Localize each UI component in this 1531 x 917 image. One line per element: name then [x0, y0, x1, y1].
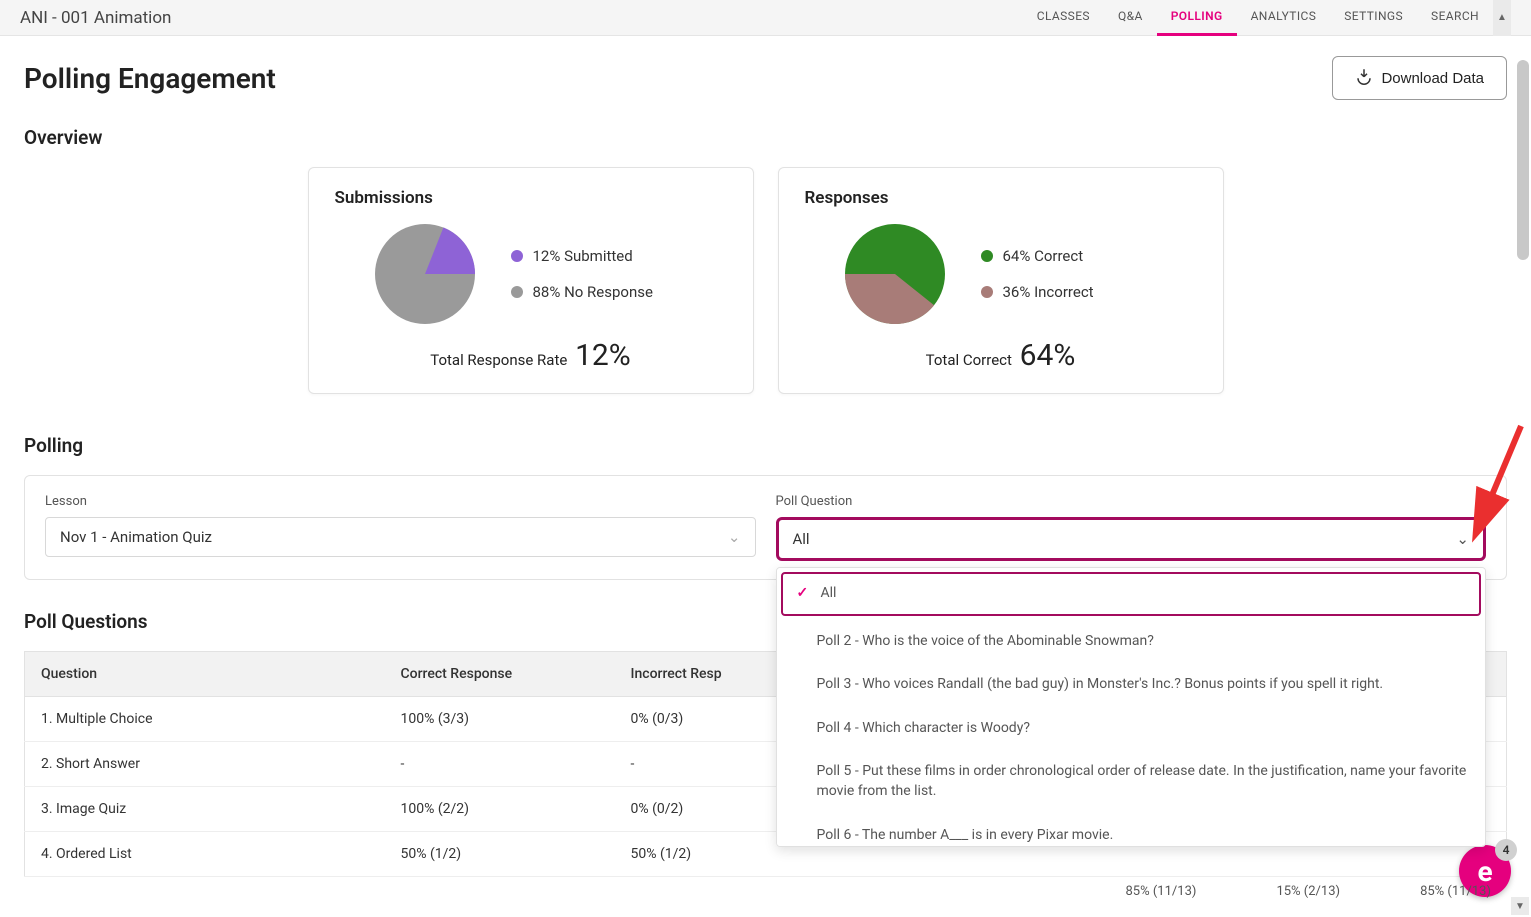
nav-tab-q&a[interactable]: Q&A [1104, 0, 1157, 36]
lesson-label: Lesson [45, 494, 756, 509]
peek-cell: 85% (11/13) [1420, 884, 1491, 899]
table-cell: - [385, 742, 615, 787]
submissions-card: Submissions 12% Submitted 88% No Respons… [308, 167, 754, 394]
table-cell: 100% (2/2) [385, 787, 615, 832]
responses-footer-label: Total Correct [926, 351, 1012, 369]
legend-no-response: 88% No Response [511, 283, 653, 301]
dropdown-item[interactable]: Poll 2 - Who is the voice of the Abomina… [777, 620, 1486, 664]
nav-tabs: CLASSESQ&APOLLINGANALYTICSSETTINGSSEARCH [1023, 0, 1493, 36]
submissions-footer-value: 12% [575, 338, 631, 373]
poll-question-dropdown: AllPoll 2 - Who is the voice of the Abom… [776, 567, 1487, 847]
dropdown-item[interactable]: Poll 5 - Put these films in order chrono… [777, 750, 1486, 813]
legend-submitted: 12% Submitted [511, 247, 653, 265]
table-header: Correct Response [385, 652, 615, 697]
overview-heading: Overview [24, 126, 1507, 149]
table-cell: 1. Multiple Choice [25, 697, 385, 742]
table-cell: 2. Short Answer [25, 742, 385, 787]
chevron-down-icon: ⌄ [728, 528, 741, 546]
top-bar: ANI - 001 Animation CLASSESQ&APOLLINGANA… [0, 0, 1531, 36]
table-header: Question [25, 652, 385, 697]
submissions-title: Submissions [335, 188, 727, 208]
vertical-scrollbar[interactable] [1517, 36, 1529, 897]
download-label: Download Data [1381, 70, 1484, 87]
lesson-select[interactable]: Nov 1 - Animation Quiz ⌄ [45, 517, 756, 557]
filter-box: Lesson Nov 1 - Animation Quiz ⌄ Poll Que… [24, 475, 1507, 580]
poll-question-label: Poll Question [776, 494, 1487, 509]
legend-correct: 64% Correct [981, 247, 1094, 265]
scroll-up-arrow[interactable]: ▲ [1493, 0, 1511, 36]
table-cell: 50% (1/2) [385, 832, 615, 877]
table-cell: 100% (3/3) [385, 697, 615, 742]
download-icon [1355, 67, 1373, 89]
responses-card: Responses 64% Correct 36% Incorrect Tota… [778, 167, 1224, 394]
polling-heading: Polling [24, 434, 1507, 457]
dropdown-item[interactable]: All [781, 572, 1482, 616]
responses-title: Responses [805, 188, 1197, 208]
nav-tab-classes[interactable]: CLASSES [1023, 0, 1104, 36]
submissions-footer-label: Total Response Rate [430, 351, 567, 369]
lesson-value: Nov 1 - Animation Quiz [60, 528, 212, 546]
table-cell: 3. Image Quiz [25, 787, 385, 832]
responses-pie [845, 224, 945, 324]
dropdown-item[interactable]: Poll 6 - The number A___ is in every Pix… [777, 814, 1486, 847]
poll-question-select[interactable]: All ⌄ [776, 517, 1487, 561]
dropdown-item[interactable]: Poll 4 - Which character is Woody? [777, 707, 1486, 751]
submissions-pie [375, 224, 475, 324]
nav-tab-polling[interactable]: POLLING [1157, 0, 1237, 36]
nav-tab-search[interactable]: SEARCH [1417, 0, 1493, 36]
responses-footer-value: 64% [1020, 338, 1076, 373]
peek-cell: 85% (11/13) [1126, 884, 1197, 899]
course-title: ANI - 001 Animation [20, 8, 171, 28]
table-cell: 4. Ordered List [25, 832, 385, 877]
dropdown-item[interactable]: Poll 3 - Who voices Randall (the bad guy… [777, 663, 1486, 707]
peek-cell: 15% (2/13) [1276, 884, 1340, 899]
nav-tab-analytics[interactable]: ANALYTICS [1237, 0, 1331, 36]
chevron-down-icon: ⌄ [1456, 530, 1469, 548]
page-title: Polling Engagement [24, 62, 276, 95]
nav-tab-settings[interactable]: SETTINGS [1330, 0, 1417, 36]
scroll-down-arrow[interactable]: ▼ [1511, 897, 1529, 915]
legend-incorrect: 36% Incorrect [981, 283, 1094, 301]
fab-badge: 4 [1495, 839, 1517, 861]
poll-question-value: All [793, 530, 810, 548]
download-data-button[interactable]: Download Data [1332, 56, 1507, 100]
